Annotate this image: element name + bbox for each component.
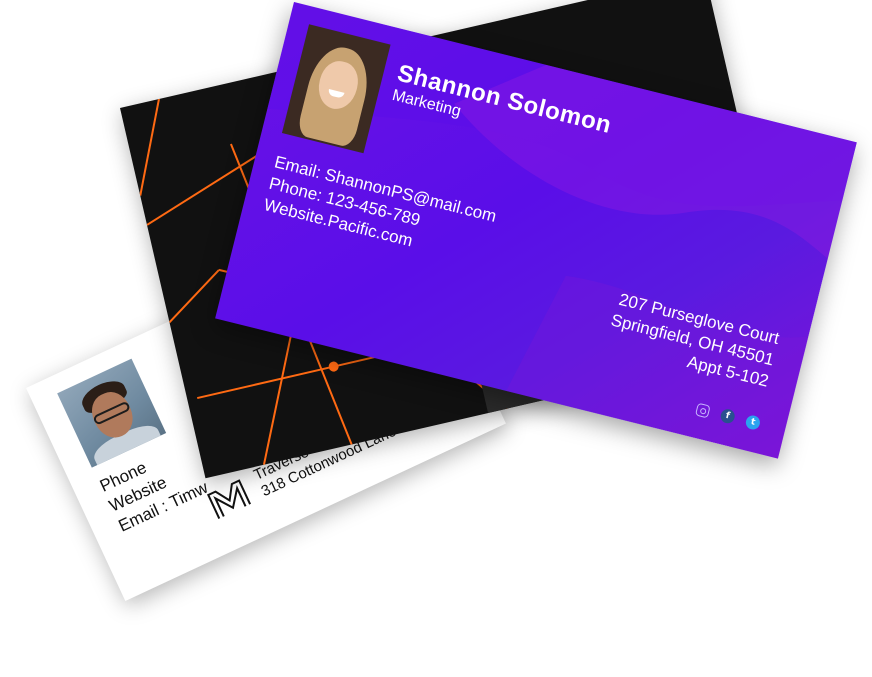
profile-photo-man bbox=[57, 358, 167, 468]
m-logo-icon bbox=[206, 479, 252, 519]
